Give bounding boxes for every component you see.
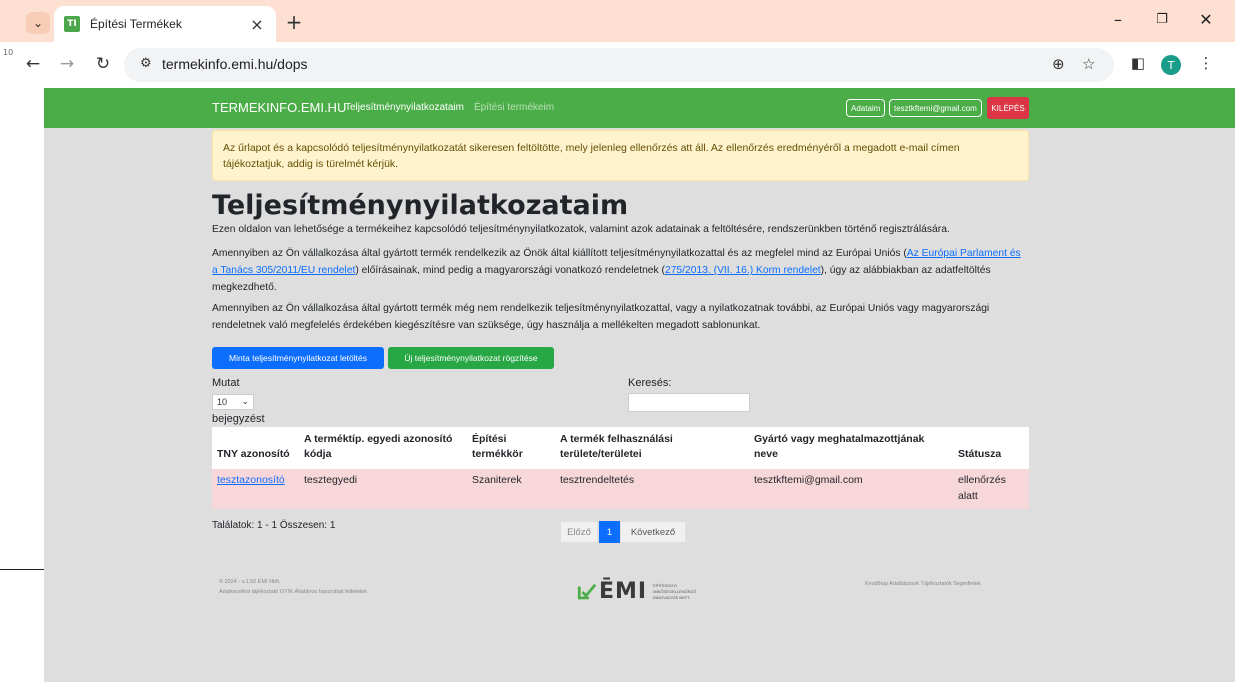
minimize-icon[interactable]: – xyxy=(1106,10,1130,29)
side-panel-icon[interactable]: ◧ xyxy=(1128,54,1148,72)
site-brand[interactable]: TERMEKINFO.EMI.HU xyxy=(212,100,346,115)
row-id-link-text[interactable]: tesztazonosító xyxy=(217,474,285,486)
favicon-icon: TI xyxy=(64,16,80,32)
intro-paragraph: Ezen oldalon van lehetősége a termékeihe… xyxy=(212,224,950,235)
nav-link-declarations[interactable]: Teljesítménynyilatkozataim xyxy=(345,102,464,113)
site-info-icon[interactable]: ⚙ xyxy=(140,56,152,71)
zoom-icon[interactable]: ⊕ xyxy=(1052,55,1065,73)
margin-number: 10 xyxy=(3,48,14,57)
forward-arrow-icon[interactable]: → xyxy=(56,54,78,74)
logo-check-icon xyxy=(577,583,597,599)
profile-avatar[interactable]: T xyxy=(1161,55,1181,75)
download-template-button[interactable]: Minta teljesítménynyilatkozat letöltés xyxy=(212,347,384,369)
header-code-line2: kódja xyxy=(304,448,332,460)
footer-links-right[interactable]: Kezdőlap Adatbázisok Tájékoztatók Segédl… xyxy=(865,581,981,587)
header-usage[interactable]: A termék felhasználási területe/területei xyxy=(560,432,673,462)
browser-tab[interactable]: TI Építési Termékek × xyxy=(54,6,276,42)
results-summary: Találatok: 1 - 1 Összesen: 1 xyxy=(212,520,336,531)
page-title: Teljesítménynyilatkozataim xyxy=(212,190,629,221)
row-status-line2: alatt xyxy=(958,490,978,502)
window-close-icon[interactable]: ✕ xyxy=(1194,10,1218,29)
success-alert: Az űrlapot és a kapcsolódó teljesítményn… xyxy=(212,130,1029,181)
close-icon[interactable]: × xyxy=(248,15,266,34)
header-manufacturer-line1: Gyártó vagy meghatalmazottjának xyxy=(754,433,925,445)
chevron-down-icon: ⌄ xyxy=(241,396,249,406)
tab-title: Építési Termékek xyxy=(90,17,182,31)
user-email-button[interactable]: tesztkftemi@gmail.com xyxy=(889,99,982,117)
margin-rule xyxy=(0,569,44,570)
table-row: tesztazonosító tesztegyedi Szaniterek te… xyxy=(212,469,1029,509)
header-manufacturer-line2: neve xyxy=(754,448,778,460)
header-usage-line2: területe/területei xyxy=(560,448,642,460)
hu-regulation-link[interactable]: 275/2013. (VII. 16.) Korm rendelet xyxy=(665,265,821,276)
row-status-line1: ellenőrzés xyxy=(958,474,1006,486)
regulation-text-1: Amennyiben az Ön vállalkozása által gyár… xyxy=(212,248,907,259)
header-product-group[interactable]: Építési termékkör xyxy=(472,432,523,462)
row-status: ellenőrzés alatt xyxy=(958,472,1006,504)
browser-toolbar: ← → ↻ ⚙ termekinfo.emi.hu/dops ⊕ ☆ ◧ T ⋮ xyxy=(0,42,1235,88)
reload-icon[interactable]: ↻ xyxy=(92,54,114,74)
search-input[interactable] xyxy=(628,393,750,412)
nav-link-products[interactable]: Építési termékeim xyxy=(474,102,554,113)
row-code: tesztegyedi xyxy=(304,474,358,486)
pagination-next[interactable]: Következő xyxy=(620,521,686,543)
my-data-button[interactable]: Adataim xyxy=(846,99,886,117)
url-text[interactable]: termekinfo.emi.hu/dops xyxy=(162,56,308,72)
row-id-link[interactable]: tesztazonosító xyxy=(217,472,285,488)
address-bar[interactable]: ⚙ termekinfo.emi.hu/dops ⊕ ☆ xyxy=(124,48,1114,82)
header-code-line1: A terméktíp. egyedi azonosító xyxy=(304,433,453,445)
header-status[interactable]: Státusza xyxy=(958,447,1001,462)
entries-label: bejegyzést xyxy=(212,413,265,425)
footer-links-left[interactable]: Adatkezelési tájékoztató GYIK Általános … xyxy=(219,589,367,595)
new-tab-plus-icon[interactable]: + xyxy=(282,10,306,34)
logo-wordmark: ĒMI xyxy=(599,579,648,604)
header-usage-line1: A termék felhasználási xyxy=(560,433,673,445)
pagination-prev[interactable]: Előző xyxy=(560,521,598,543)
header-group-line1: Építési xyxy=(472,433,507,445)
tab-search-chevron-icon[interactable]: ⌄ xyxy=(26,12,50,34)
restore-icon[interactable]: ❐ xyxy=(1150,12,1174,27)
site-navbar: TERMEKINFO.EMI.HU Teljesítménynyilatkoza… xyxy=(44,88,1235,128)
table-header: TNY azonosító A terméktíp. egyedi azonos… xyxy=(212,427,1029,469)
header-code[interactable]: A terméktíp. egyedi azonosító kódja xyxy=(304,432,452,462)
logo-sub-line2: MINŐSÉGELLENŐRZŐ xyxy=(653,588,697,594)
row-manufacturer: tesztkftemi@gmail.com xyxy=(754,474,863,486)
back-arrow-icon[interactable]: ← xyxy=(22,54,44,74)
bookmark-star-icon[interactable]: ☆ xyxy=(1082,55,1095,73)
page-size-select[interactable]: 10 ⌄ xyxy=(212,394,254,410)
show-label: Mutat xyxy=(212,377,240,389)
new-declaration-button[interactable]: Új teljesítménynyilatkozat rögzítése xyxy=(388,347,554,369)
logo-sub-line3: INNOVÁCIÓS NKFT. xyxy=(653,594,691,600)
header-tny-id[interactable]: TNY azonosító xyxy=(217,447,290,462)
search-label: Keresés: xyxy=(628,377,672,389)
emi-logo: ĒMI ÉPÍTÉSÜGYI MINŐSÉGELLENŐRZŐ INNOVÁCI… xyxy=(577,579,696,604)
template-paragraph: Amennyiben az Ön vállalkozása által gyár… xyxy=(212,303,990,331)
page-size-value: 10 xyxy=(217,397,228,407)
regulation-paragraph: Amennyiben az Ön vállalkozása által gyár… xyxy=(212,245,1029,296)
footer-copyright: © 2024 - v.1.50 ÉMI Nkft. xyxy=(219,579,281,585)
logout-button[interactable]: KILÉPÉS xyxy=(987,97,1029,119)
browser-tabstrip: ⌄ TI Építési Termékek × + – ❐ ✕ xyxy=(0,0,1235,42)
menu-kebab-icon[interactable]: ⋮ xyxy=(1196,54,1216,72)
row-usage: tesztrendeltetés xyxy=(560,474,635,486)
logo-subtitle: ÉPÍTÉSÜGYI MINŐSÉGELLENŐRZŐ INNOVÁCIÓS N… xyxy=(653,583,696,601)
header-manufacturer[interactable]: Gyártó vagy meghatalmazottjának neve xyxy=(754,432,924,462)
header-group-line2: termékkör xyxy=(472,448,523,460)
regulation-text-2: ) előírásainak, mind pedig a magyarorszá… xyxy=(355,265,665,276)
page-viewport: TERMEKINFO.EMI.HU Teljesítménynyilatkoza… xyxy=(44,88,1235,682)
pagination-current-page[interactable]: 1 xyxy=(599,521,620,543)
row-group: Szaniterek xyxy=(472,474,522,486)
